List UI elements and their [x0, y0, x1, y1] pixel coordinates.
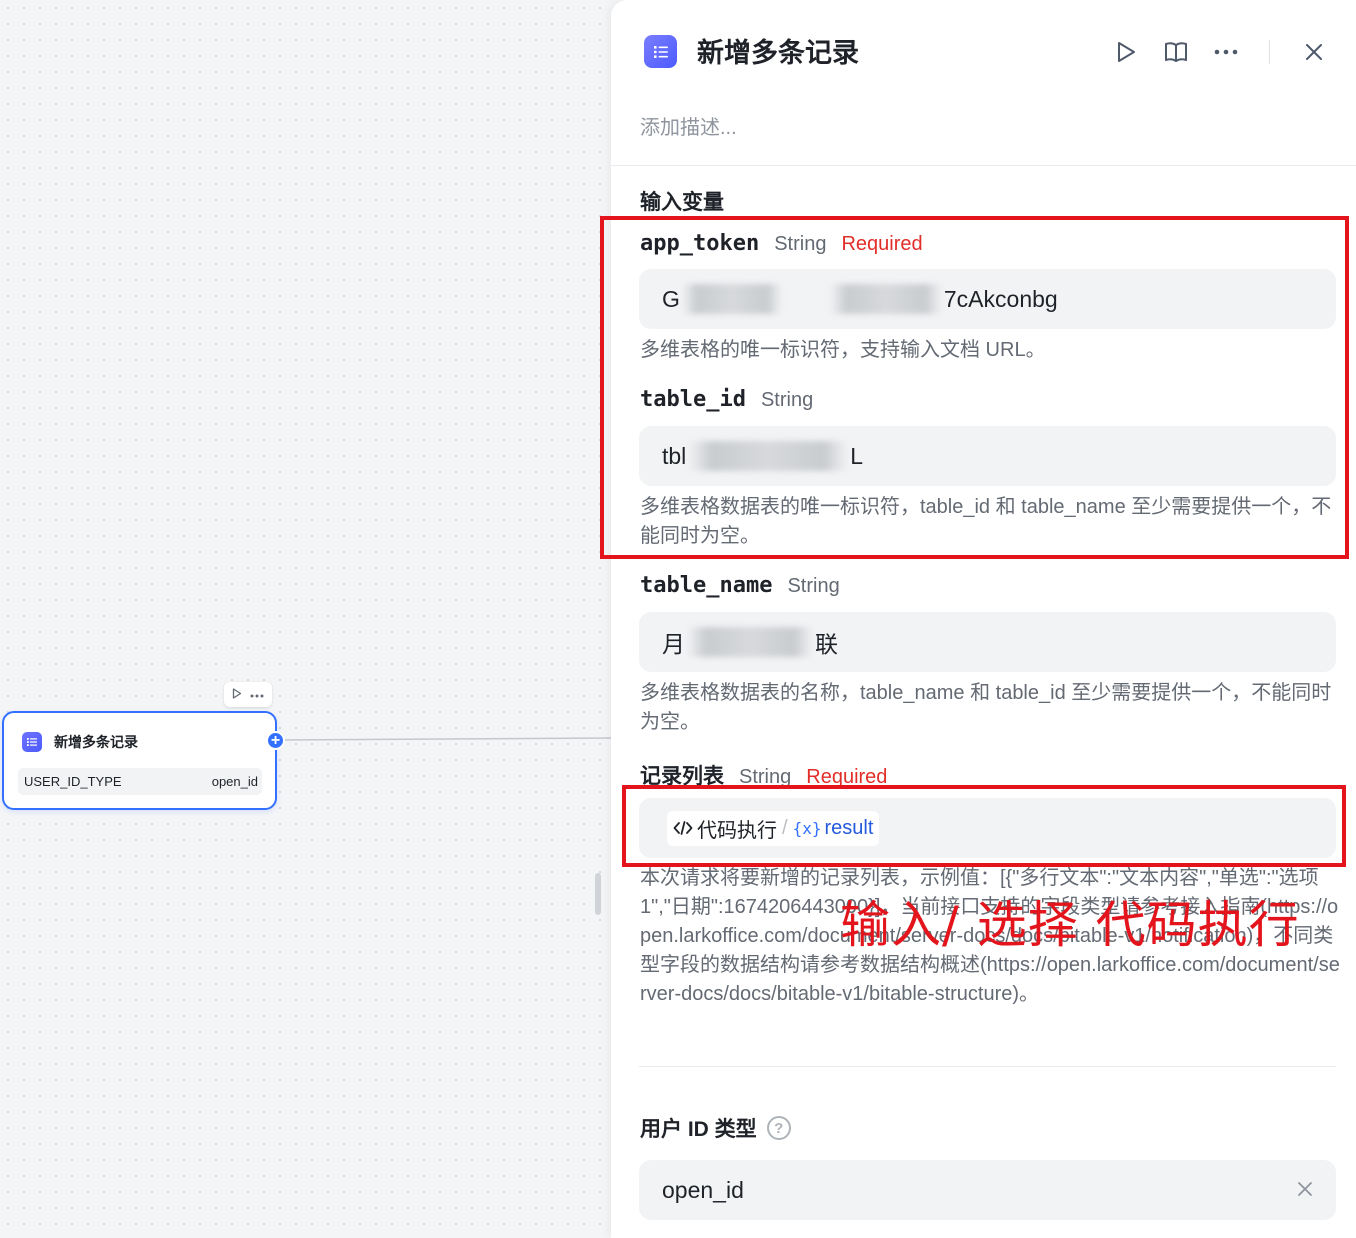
panel-title: 新增多条记录 — [697, 38, 859, 68]
connection-edge — [276, 737, 612, 741]
node-toolbar — [224, 682, 272, 707]
description-input[interactable]: 添加描述... — [640, 111, 737, 140]
node-param-row: USER_ID_TYPE open_id — [18, 768, 262, 795]
clear-icon[interactable] — [1297, 1178, 1313, 1202]
field-label-table-name: table_name String — [640, 573, 840, 598]
more-icon[interactable] — [1212, 38, 1240, 66]
node-title: 新增多条记录 — [54, 734, 138, 750]
annotation-box-records — [622, 785, 1346, 867]
annotation-box-required-fields — [600, 216, 1349, 559]
close-icon[interactable] — [1300, 38, 1328, 66]
panel-header: 新增多条记录 添加描述... — [611, 0, 1356, 166]
panel-resize-handle[interactable] — [595, 873, 601, 915]
field-help-table-name: 多维表格数据表的名称，table_name 和 table_id 至少需要提供一… — [640, 682, 1332, 733]
play-icon[interactable] — [1112, 38, 1140, 66]
question-icon[interactable]: ? — [766, 1116, 791, 1140]
user-id-type-value: open_id — [662, 1176, 744, 1203]
table-list-icon — [22, 732, 42, 752]
section-divider — [639, 1066, 1336, 1067]
user-id-type-select[interactable]: open_id — [639, 1160, 1336, 1220]
user-id-type-label-text: 用户 ID 类型 — [640, 1118, 757, 1141]
plus-icon[interactable]: + — [266, 731, 285, 750]
node-config-panel: 新增多条记录 添加描述... 输入变量 app_token String Req… — [611, 0, 1356, 1238]
section-title-input-variables: 输入变量 — [640, 191, 724, 214]
node-param-key: USER_ID_TYPE — [24, 774, 122, 789]
workflow-node[interactable]: 新增多条记录 USER_ID_TYPE open_id — [2, 711, 277, 810]
table-list-icon — [644, 35, 677, 68]
book-icon[interactable] — [1162, 38, 1190, 66]
input-value-start: 月 — [662, 631, 685, 657]
more-icon[interactable] — [250, 689, 264, 701]
field-type: String — [787, 575, 840, 597]
user-id-type-label: 用户 ID 类型 ? — [640, 1113, 791, 1143]
input-value-end: 联 — [815, 631, 838, 657]
header-divider — [1269, 40, 1270, 64]
redaction-mask — [687, 627, 813, 657]
table-name-input[interactable]: 月 联 — [639, 612, 1336, 672]
node-param-value: open_id — [211, 774, 258, 789]
field-name: table_name — [640, 573, 773, 598]
annotation-text: 输入/ 选择 代码执行 — [840, 896, 1300, 954]
play-icon[interactable] — [232, 687, 242, 702]
